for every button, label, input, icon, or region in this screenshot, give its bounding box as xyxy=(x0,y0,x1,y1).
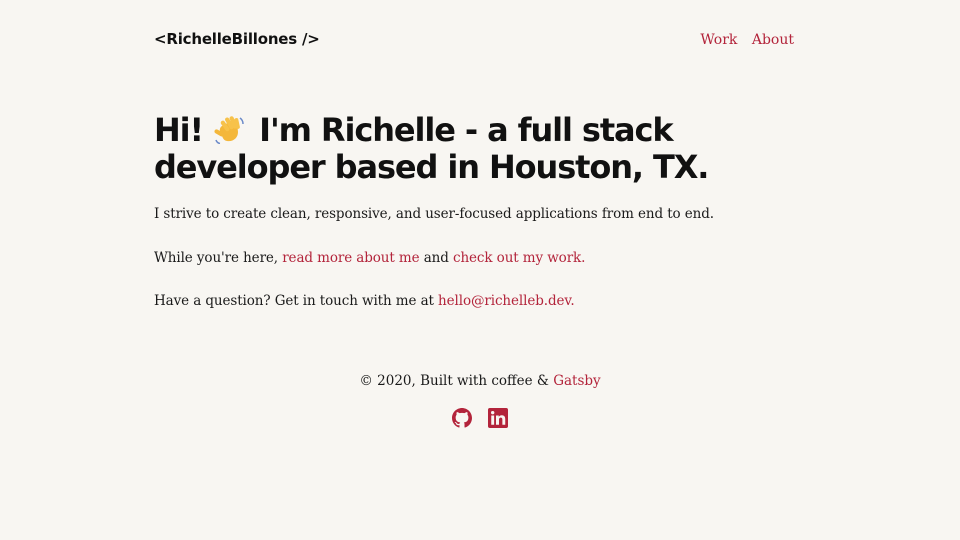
intro-line-2-prefix: While you're here, xyxy=(154,250,283,266)
site-header: <RichelleBillones /> Work About xyxy=(154,28,796,54)
intro-line-2-middle: and xyxy=(419,250,453,266)
main-nav: Work About xyxy=(690,32,794,48)
hero-greeting: Hi! xyxy=(154,111,204,149)
github-icon xyxy=(452,408,472,428)
gatsby-link[interactable]: Gatsby xyxy=(553,373,600,389)
nav-link-about[interactable]: About xyxy=(752,32,794,48)
site-logo[interactable]: <RichelleBillones /> xyxy=(154,30,320,48)
intro-line-1: I strive to create clean, responsive, an… xyxy=(154,206,714,222)
site-footer: © 2020, Built with coffee & Gatsby xyxy=(0,373,960,389)
intro-line-2: While you're here, read more about me an… xyxy=(154,250,585,266)
social-links xyxy=(0,408,960,433)
nav-link-work[interactable]: Work xyxy=(700,32,737,48)
linkedin-link[interactable] xyxy=(488,408,508,428)
github-link[interactable] xyxy=(452,408,472,428)
hero-heading: Hi! I'm Richelle - a full stack develope… xyxy=(154,112,814,186)
linkedin-icon xyxy=(488,408,508,428)
intro-line-3-prefix: Have a question? Get in touch with me at xyxy=(154,293,439,309)
work-link[interactable]: check out my work. xyxy=(453,250,585,266)
footer-text: © 2020, Built with coffee & xyxy=(359,373,554,389)
intro-line-3: Have a question? Get in touch with me at… xyxy=(154,293,575,309)
about-link[interactable]: read more about me xyxy=(282,250,419,266)
waving-hand-icon xyxy=(213,114,247,145)
email-link[interactable]: hello@richelleb.dev. xyxy=(438,293,575,309)
